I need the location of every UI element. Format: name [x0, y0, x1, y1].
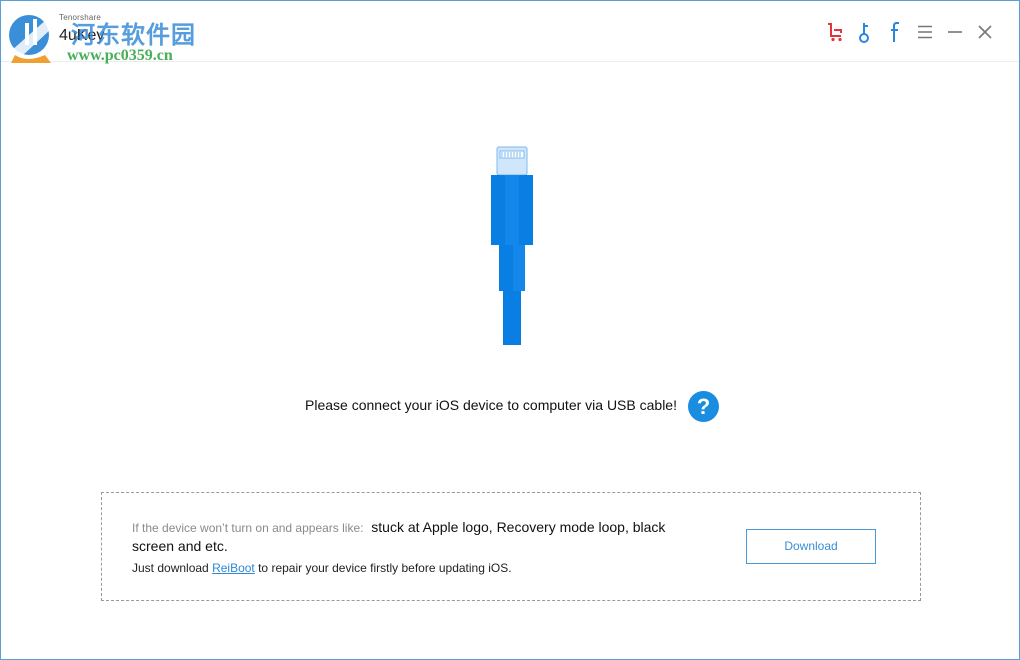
tip-lead-text: If the device won’t turn on and appears …: [132, 521, 364, 535]
watermark-url: www.pc0359.cn: [67, 47, 173, 64]
tip-suffix-text: to repair your device firstly before upd…: [254, 561, 512, 575]
connect-instruction: Please connect your iOS device to comput…: [305, 397, 677, 413]
help-button[interactable]: ?: [688, 391, 719, 422]
menu-button[interactable]: [913, 19, 937, 45]
facebook-icon: [891, 22, 899, 42]
watermark-chinese: 河东软件园: [71, 20, 196, 49]
cart-button[interactable]: [823, 19, 847, 45]
minimize-icon: [948, 31, 962, 33]
tip-download-hint: Just download ReiBoot to repair your dev…: [132, 561, 512, 575]
facebook-button[interactable]: [883, 19, 907, 45]
app-window: Tenorshare 4uKey 河东软件园 www.pc0359.cn Ple…: [0, 0, 1020, 660]
minimize-button[interactable]: [943, 19, 967, 45]
tip-box: If the device won’t turn on and appears …: [101, 492, 921, 601]
download-button[interactable]: Download: [746, 529, 876, 564]
cart-icon: [828, 23, 842, 42]
usb-cable-icon: [491, 146, 533, 345]
menu-icon: [918, 25, 932, 39]
app-logo-icon: [9, 15, 51, 63]
close-icon: [978, 25, 992, 39]
key-icon: [859, 23, 869, 43]
close-button[interactable]: [973, 19, 997, 45]
tip-symptoms: If the device won’t turn on and appears …: [132, 518, 702, 555]
title-bar: Tenorshare 4uKey 河东软件园 www.pc0359.cn: [1, 1, 1019, 64]
register-button[interactable]: [853, 19, 877, 45]
reiboot-link[interactable]: ReiBoot: [212, 561, 255, 575]
tip-prefix-text: Just download: [132, 561, 213, 575]
